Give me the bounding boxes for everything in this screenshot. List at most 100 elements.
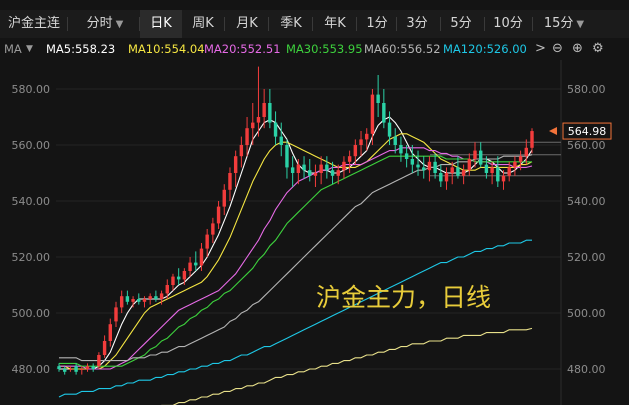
divider: [67, 17, 68, 31]
y-tick-label: 520.00: [12, 251, 51, 264]
candle-body: [57, 366, 61, 369]
candle-body: [91, 366, 95, 369]
tab-label: 周K: [192, 16, 214, 31]
y-tick-label: 540.00: [567, 195, 606, 208]
divider: [356, 17, 357, 31]
candle-body: [342, 161, 346, 171]
candle-body: [114, 307, 118, 322]
ma-line: [59, 154, 533, 362]
top-strip-mark: ▔▔▔▔: [60, 0, 94, 7]
tab-1min[interactable]: 1分: [360, 10, 394, 38]
candle-body: [211, 223, 215, 235]
candle-body: [422, 167, 426, 171]
candle-body: [461, 170, 466, 176]
candle-body: [507, 167, 511, 176]
candle-body: [387, 122, 392, 137]
candle-body: [285, 145, 289, 168]
candle-body: [108, 324, 112, 341]
zoom-in-icon[interactable]: ⊕: [572, 38, 583, 60]
candle-body: [513, 161, 517, 168]
candle-body: [131, 299, 135, 302]
tab-15min[interactable]: 15分 ▼: [536, 10, 592, 38]
y-tick-label: 580.00: [12, 83, 51, 96]
top-strip-mark: ▔▔▔▔▔: [150, 0, 193, 7]
candle-body: [308, 170, 312, 176]
y-axis-left: 580.00 560.00 540.00 520.00 500.00 480.00: [12, 83, 51, 376]
candle-body: [102, 341, 107, 355]
candle-body: [245, 128, 249, 145]
next-arrow-icon[interactable]: >: [535, 38, 546, 60]
candle-body: [62, 369, 67, 372]
tab-intraday[interactable]: 分时 ▼: [74, 10, 136, 38]
candle-body: [233, 156, 238, 173]
ma-line: [161, 327, 533, 405]
ma30-value: MA30:553.95: [286, 42, 363, 56]
tab-label: 年K: [324, 16, 346, 31]
candle-body: [479, 150, 483, 165]
candle-body: [456, 167, 460, 176]
candle-body: [427, 161, 432, 171]
candle-body: [365, 133, 369, 140]
candle-body: [518, 156, 523, 162]
candle-body: [68, 369, 73, 370]
y-tick-label: 520.00: [567, 251, 606, 264]
tab-yearly-k[interactable]: 年K: [316, 10, 354, 38]
candle-body: [137, 299, 141, 302]
ma5-value: MA5:558.23: [46, 42, 116, 56]
candle-body: [262, 103, 266, 117]
candle-body: [399, 145, 403, 154]
candle-body: [433, 161, 437, 173]
ma-dropdown-caret[interactable]: ▼: [26, 38, 33, 60]
candle-body: [319, 164, 323, 173]
tab-5min[interactable]: 5分: [444, 10, 478, 38]
candle-body: [353, 145, 358, 157]
candle-body: [268, 103, 272, 123]
candle-body: [125, 296, 130, 302]
y-tick-label: 560.00: [12, 139, 51, 152]
tab-label: 月K: [236, 16, 258, 31]
tab-monthly-k[interactable]: 月K: [228, 10, 266, 38]
candle-body: [290, 167, 295, 173]
ma-line: [59, 147, 533, 370]
chevron-down-icon: ▼: [115, 19, 124, 30]
zoom-out-icon[interactable]: ⊖: [552, 38, 563, 60]
ma60-value: MA60:556.52: [364, 42, 441, 56]
period-tab-bar: 沪金主连 分时 ▼ 日K 周K 月K 季K 年K 1分 3分 5分 10分 15分…: [0, 10, 629, 39]
tab-daily-k[interactable]: 日K: [140, 10, 182, 38]
candle-body: [222, 189, 226, 207]
tab-label: 3分: [406, 16, 428, 31]
divider: [440, 17, 441, 31]
y-tick-label: 500.00: [567, 307, 606, 320]
tab-quarterly-k[interactable]: 季K: [272, 10, 310, 38]
candle-body: [501, 175, 506, 182]
top-strip-mark: ▔▔: [255, 0, 272, 7]
tab-3min[interactable]: 3分: [400, 10, 434, 38]
candle-body: [85, 366, 90, 369]
tab-weekly-k[interactable]: 周K: [184, 10, 222, 38]
tab-label: 10分: [493, 16, 523, 31]
tab-contract[interactable]: 沪金主连: [4, 10, 64, 38]
ma20-value: MA20:552.51: [204, 42, 281, 56]
candle-body: [370, 94, 375, 134]
candle-body: [376, 94, 380, 103]
candle-body: [410, 159, 415, 165]
tab-label: 1分: [366, 16, 388, 31]
top-strip: ▔▔ ▔▔▔▔ ▔▔▔▔▔ ▔▔: [0, 0, 629, 10]
price-pointer-icon: [549, 127, 557, 136]
candle-body: [330, 170, 335, 176]
tab-label: 分时: [86, 16, 113, 31]
kline-chart[interactable]: 580.00 560.00 540.00 520.00 500.00 480.00 580…: [0, 60, 629, 405]
ma-prefix: MA: [4, 42, 22, 56]
settings-gear-icon[interactable]: ⚙: [592, 38, 604, 60]
y-tick-label: 480.00: [12, 363, 51, 376]
candle-body: [336, 170, 340, 176]
ma10-value: MA10:554.04: [128, 42, 205, 56]
divider: [312, 17, 313, 31]
candle-body: [382, 103, 386, 123]
candle-body: [256, 117, 261, 123]
tab-10min[interactable]: 10分: [488, 10, 528, 38]
candle-body: [188, 262, 192, 271]
candle-body: [313, 173, 318, 176]
candle-body: [490, 167, 494, 173]
candle-body: [279, 136, 283, 145]
